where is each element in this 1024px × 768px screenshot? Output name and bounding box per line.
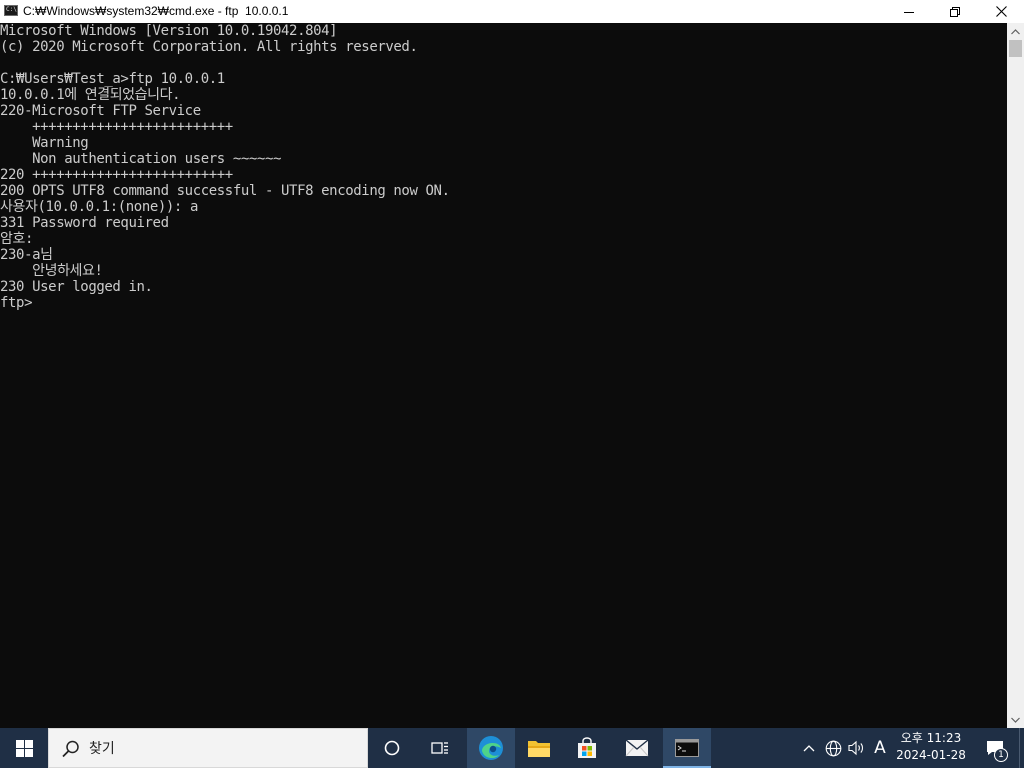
console-line: (c) 2020 Microsoft Corporation. All righ… [0,39,418,55]
cortana-button[interactable] [368,728,416,768]
console-line: 사용자(10.0.0.1:(none)): a [0,199,199,215]
taskbar: 찾기 A 오후 11:23 2024-01-28 1 [0,728,1024,768]
windows-logo-icon [15,739,33,757]
edge-icon [479,736,503,760]
search-box[interactable]: 찾기 [48,728,368,768]
clock[interactable]: 오후 11:23 2024-01-28 [893,728,969,768]
search-placeholder: 찾기 [89,741,115,757]
network-button[interactable] [822,728,844,768]
cmd-icon[interactable]: C:\ [4,5,18,16]
console-line: +++++++++++++++++++++++++ [0,119,233,135]
cmd-window: C:\ C:₩Windows₩system32₩cmd.exe - ftp 10… [0,0,1024,728]
console-line: Microsoft Windows [Version 10.0.19042.80… [0,23,338,39]
close-icon [995,6,1007,17]
close-button[interactable] [978,0,1024,23]
task-view-icon [431,742,448,754]
console-line: 331 Password required [0,215,169,231]
search-icon [62,740,79,758]
show-hidden-icons-button[interactable] [800,728,818,768]
window-title: C:₩Windows₩system32₩cmd.exe - ftp 10.0.0… [23,4,289,18]
globe-icon [825,740,841,756]
ime-indicator[interactable]: A [870,728,890,768]
console-line: C:₩Users₩Test_a>ftp 10.0.0.1 [0,71,225,87]
scroll-up-button[interactable] [1007,23,1024,40]
vertical-scrollbar[interactable] [1007,23,1024,728]
ftp-prompt[interactable]: ftp> [0,295,1007,311]
title-bar[interactable]: C:\ C:₩Windows₩system32₩cmd.exe - ftp 10… [0,0,1024,23]
scroll-down-button[interactable] [1007,711,1024,728]
maximize-button[interactable] [932,0,978,23]
cmd-taskbar-button[interactable] [663,728,711,768]
console-line: Warning [0,135,89,151]
chevron-up-icon [803,745,815,752]
store-button[interactable] [563,728,611,768]
console-line: 200 OPTS UTF8 command successful - UTF8 … [0,183,450,199]
start-button[interactable] [0,728,48,768]
speaker-icon [848,740,863,756]
notifications-button[interactable]: 1 [978,728,1012,768]
console-line: 230-a님 [0,247,53,263]
console-output[interactable]: Microsoft Windows [Version 10.0.19042.80… [0,23,1007,728]
notification-count: 1 [994,748,1008,762]
clock-time: 오후 11:23 [900,731,962,745]
console-line: 10.0.0.1에 연결되었습니다. [0,87,181,103]
console-line: 230 User logged in. [0,279,153,295]
file-explorer-icon [528,741,550,757]
console-line: Non authentication users ~~~~~~ [0,151,282,167]
show-desktop-button[interactable] [1019,728,1024,768]
chevron-down-icon [1011,717,1020,723]
console-line: 220-Microsoft FTP Service [0,103,201,119]
minimize-icon [904,11,914,13]
chevron-up-icon [1011,28,1020,34]
restore-icon [950,6,960,17]
mail-button[interactable] [613,728,661,768]
mail-icon [625,739,649,757]
task-view-button[interactable] [416,728,464,768]
clock-date: 2024-01-28 [896,748,966,762]
store-icon [578,737,596,758]
console-line: 220 +++++++++++++++++++++++++ [0,167,233,183]
console-line: 안녕하세요! [0,263,103,279]
console-line: 암호: [0,231,33,247]
file-explorer-button[interactable] [515,728,563,768]
edge-button[interactable] [467,728,515,768]
cmd-icon [675,739,699,757]
minimize-button[interactable] [886,0,932,23]
scrollbar-thumb[interactable] [1009,40,1022,57]
cortana-icon [384,740,400,756]
volume-button[interactable] [846,728,868,768]
